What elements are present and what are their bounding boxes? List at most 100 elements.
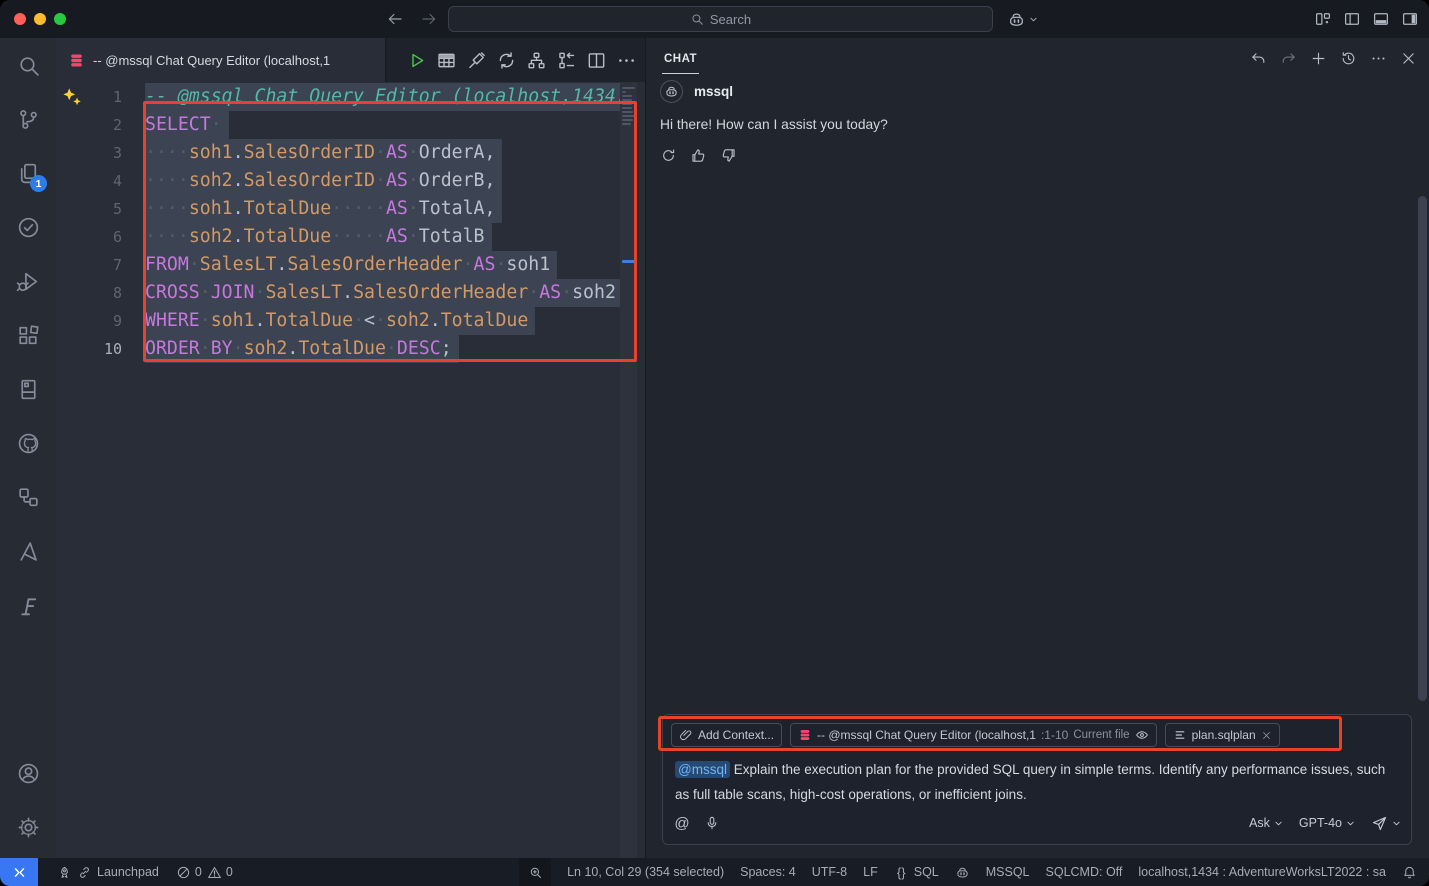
- activity-item-explorer-pages[interactable]: 1: [0, 146, 56, 200]
- navigate-forward-icon[interactable]: [420, 10, 438, 28]
- context-chip-current-file[interactable]: -- @mssql Chat Query Editor (localhost,1…: [790, 723, 1157, 747]
- code-line-7[interactable]: 7FROM·SalesLT.SalesOrderHeader·AS·soh1: [56, 251, 620, 279]
- chat-scrollbar[interactable]: [1418, 196, 1427, 701]
- code-line-5[interactable]: 5····soh1.TotalDue·····AS·TotalA,: [56, 195, 620, 223]
- chevron-down-icon: [1029, 15, 1038, 24]
- status-remote-indicator[interactable]: [0, 858, 38, 886]
- undo-request-icon[interactable]: [1250, 50, 1267, 67]
- code-line-3[interactable]: 3····soh1.SalesOrderID·AS·OrderA,: [56, 139, 620, 167]
- disconnect-icon[interactable]: [466, 50, 487, 71]
- close-window-button[interactable]: [14, 13, 26, 25]
- activity-item-fabric[interactable]: [0, 578, 56, 632]
- status-end-of-line[interactable]: LF: [863, 865, 878, 879]
- chat-history-icon[interactable]: [1340, 50, 1357, 67]
- activity-item-connections[interactable]: [0, 470, 56, 524]
- status-label: SQL: [914, 865, 939, 879]
- code-line-2[interactable]: 2SELECT·: [56, 111, 620, 139]
- command-center-search[interactable]: Search: [448, 6, 993, 32]
- status-label: localhost,1434 : AdventureWorksLT2022 : …: [1138, 865, 1386, 879]
- microphone-icon[interactable]: [704, 815, 720, 831]
- robot-icon: [664, 84, 679, 99]
- activity-item-run-and-debug[interactable]: [0, 254, 56, 308]
- send-button[interactable]: [1371, 815, 1401, 832]
- mention-context-icon[interactable]: @: [673, 814, 691, 832]
- activity-item-settings[interactable]: [0, 800, 56, 854]
- chat-panel: CHAT mssql Hi there! How can I assist yo…: [645, 38, 1429, 858]
- editor-tab[interactable]: -- @mssql Chat Query Editor (localhost,1: [56, 38, 386, 82]
- more-actions-icon[interactable]: [1370, 50, 1387, 67]
- line-number: 2: [56, 116, 122, 134]
- editor-group: -- @mssql Chat Query Editor (localhost,1…: [56, 38, 645, 858]
- toggle-panel-icon[interactable]: [1372, 10, 1390, 28]
- status-zoom-indicator[interactable]: [519, 858, 551, 886]
- split-editor-icon[interactable]: [586, 50, 607, 71]
- toggle-secondary-sidebar-icon[interactable]: [1401, 10, 1419, 28]
- selected-code-text: WHERE·soh1.TotalDue·<·soh2.TotalDue: [145, 307, 535, 335]
- status-encoding[interactable]: UTF-8: [812, 865, 847, 879]
- status-connection-info[interactable]: localhost,1434 : AdventureWorksLT2022 : …: [1138, 865, 1386, 879]
- status-problems[interactable]: 00: [176, 865, 233, 880]
- activity-item-search[interactable]: [0, 38, 56, 92]
- more-actions-icon[interactable]: [616, 50, 637, 71]
- warning-icon: [207, 865, 222, 880]
- status-cursor-position[interactable]: Ln 10, Col 29 (354 selected): [567, 865, 724, 879]
- eye-icon[interactable]: [1135, 728, 1149, 742]
- estimated-plan-icon[interactable]: [526, 50, 547, 71]
- activity-item-tasks-check[interactable]: [0, 200, 56, 254]
- context-chip-plan-file[interactable]: plan.sqlplan: [1165, 723, 1280, 747]
- chat-message-text: Hi there! How can I assist you today?: [660, 117, 1409, 132]
- activity-item-azure[interactable]: [0, 524, 56, 578]
- debug-icon: [16, 269, 41, 294]
- chat-tab[interactable]: CHAT: [662, 43, 699, 74]
- code-line-10[interactable]: 10ORDER·BY·soh2.TotalDue·DESC;: [56, 335, 620, 363]
- results-grid-icon[interactable]: [436, 50, 457, 71]
- activity-item-source-control[interactable]: [0, 92, 56, 146]
- status-indentation[interactable]: Spaces: 4: [740, 865, 796, 879]
- minimize-window-button[interactable]: [34, 13, 46, 25]
- selected-code-text: FROM·SalesLT.SalesOrderHeader·AS·soh1: [145, 251, 557, 279]
- activity-item-github[interactable]: [0, 416, 56, 470]
- line-number: 10: [56, 340, 122, 358]
- code-line-6[interactable]: 6····soh2.TotalDue·····AS·TotalB: [56, 223, 620, 251]
- code-line-4[interactable]: 4····soh2.SalesOrderID·AS·OrderB,: [56, 167, 620, 195]
- customize-layout-icon[interactable]: [1314, 10, 1332, 28]
- code-line-9[interactable]: 9 WHERE·soh1.TotalDue·<·soh2.TotalDue: [56, 307, 620, 335]
- status-notifications[interactable]: [1402, 865, 1417, 880]
- chevron-down-icon: [1392, 819, 1401, 828]
- code-line-8[interactable]: 8CROSS·JOIN·SalesLT.SalesOrderHeader·AS·…: [56, 279, 620, 307]
- navigate-back-icon[interactable]: [386, 10, 404, 28]
- activity-item-accounts[interactable]: [0, 746, 56, 800]
- new-chat-icon[interactable]: [1310, 50, 1327, 67]
- change-connection-icon[interactable]: [496, 50, 517, 71]
- chat-input-text[interactable]: @mssql Explain the execution plan for th…: [675, 757, 1399, 807]
- toggle-primary-sidebar-icon[interactable]: [1343, 10, 1361, 28]
- run-query-icon[interactable]: [406, 50, 427, 71]
- selected-code-text: ····soh1.TotalDue·····AS·TotalA,: [145, 195, 502, 223]
- code-line-1[interactable]: 1-- @mssql Chat Query Editor (localhost,…: [56, 83, 620, 111]
- line-number: 9: [56, 312, 122, 330]
- retry-icon[interactable]: [660, 147, 677, 164]
- minimap-decoration: [622, 260, 635, 263]
- minimap[interactable]: [620, 82, 637, 858]
- remove-chip-icon[interactable]: [1261, 730, 1272, 741]
- thumbs-up-icon[interactable]: [690, 147, 707, 164]
- activity-item-extensions[interactable]: [0, 308, 56, 362]
- copilot-menu[interactable]: [1007, 10, 1038, 29]
- status-mssql-extension[interactable]: MSSQL: [986, 865, 1030, 879]
- status-sqlcmd-mode[interactable]: SQLCMD: Off: [1046, 865, 1123, 879]
- file-lines-icon: [1173, 728, 1187, 742]
- chat-mode-dropdown[interactable]: Ask: [1249, 816, 1283, 830]
- model-picker-dropdown[interactable]: GPT-4o: [1299, 816, 1355, 830]
- chat-header-actions: [1250, 50, 1417, 67]
- add-context-button[interactable]: Add Context...: [671, 723, 782, 747]
- status-launchpad[interactable]: Launchpad: [57, 865, 159, 880]
- code-editor[interactable]: 1-- @mssql Chat Query Editor (localhost,…: [56, 82, 645, 858]
- redo-request-icon[interactable]: [1280, 50, 1297, 67]
- status-language-mode[interactable]: {}SQL: [894, 865, 939, 880]
- thumbs-down-icon[interactable]: [720, 147, 737, 164]
- zoom-window-button[interactable]: [54, 13, 66, 25]
- activity-item-notebooks[interactable]: [0, 362, 56, 416]
- status-copilot-status[interactable]: [955, 865, 970, 880]
- actual-plan-icon[interactable]: [556, 50, 577, 71]
- close-panel-icon[interactable]: [1400, 50, 1417, 67]
